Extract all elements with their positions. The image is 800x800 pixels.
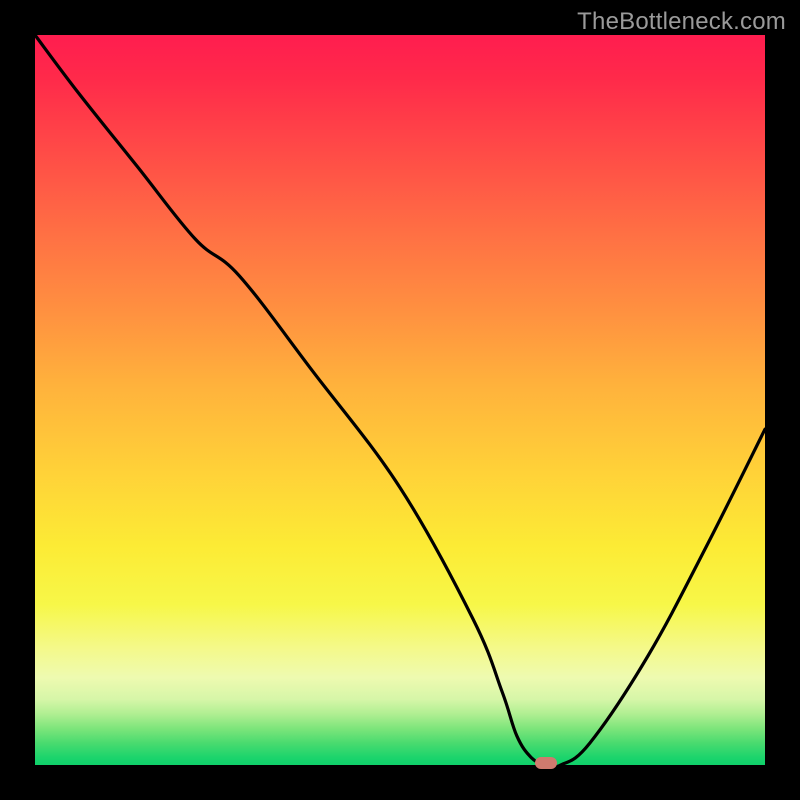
bottleneck-curve xyxy=(35,35,765,765)
watermark-text: TheBottleneck.com xyxy=(577,8,786,36)
plot-area xyxy=(35,35,765,765)
optimal-marker xyxy=(535,757,557,769)
chart-frame: TheBottleneck.com xyxy=(0,0,800,800)
